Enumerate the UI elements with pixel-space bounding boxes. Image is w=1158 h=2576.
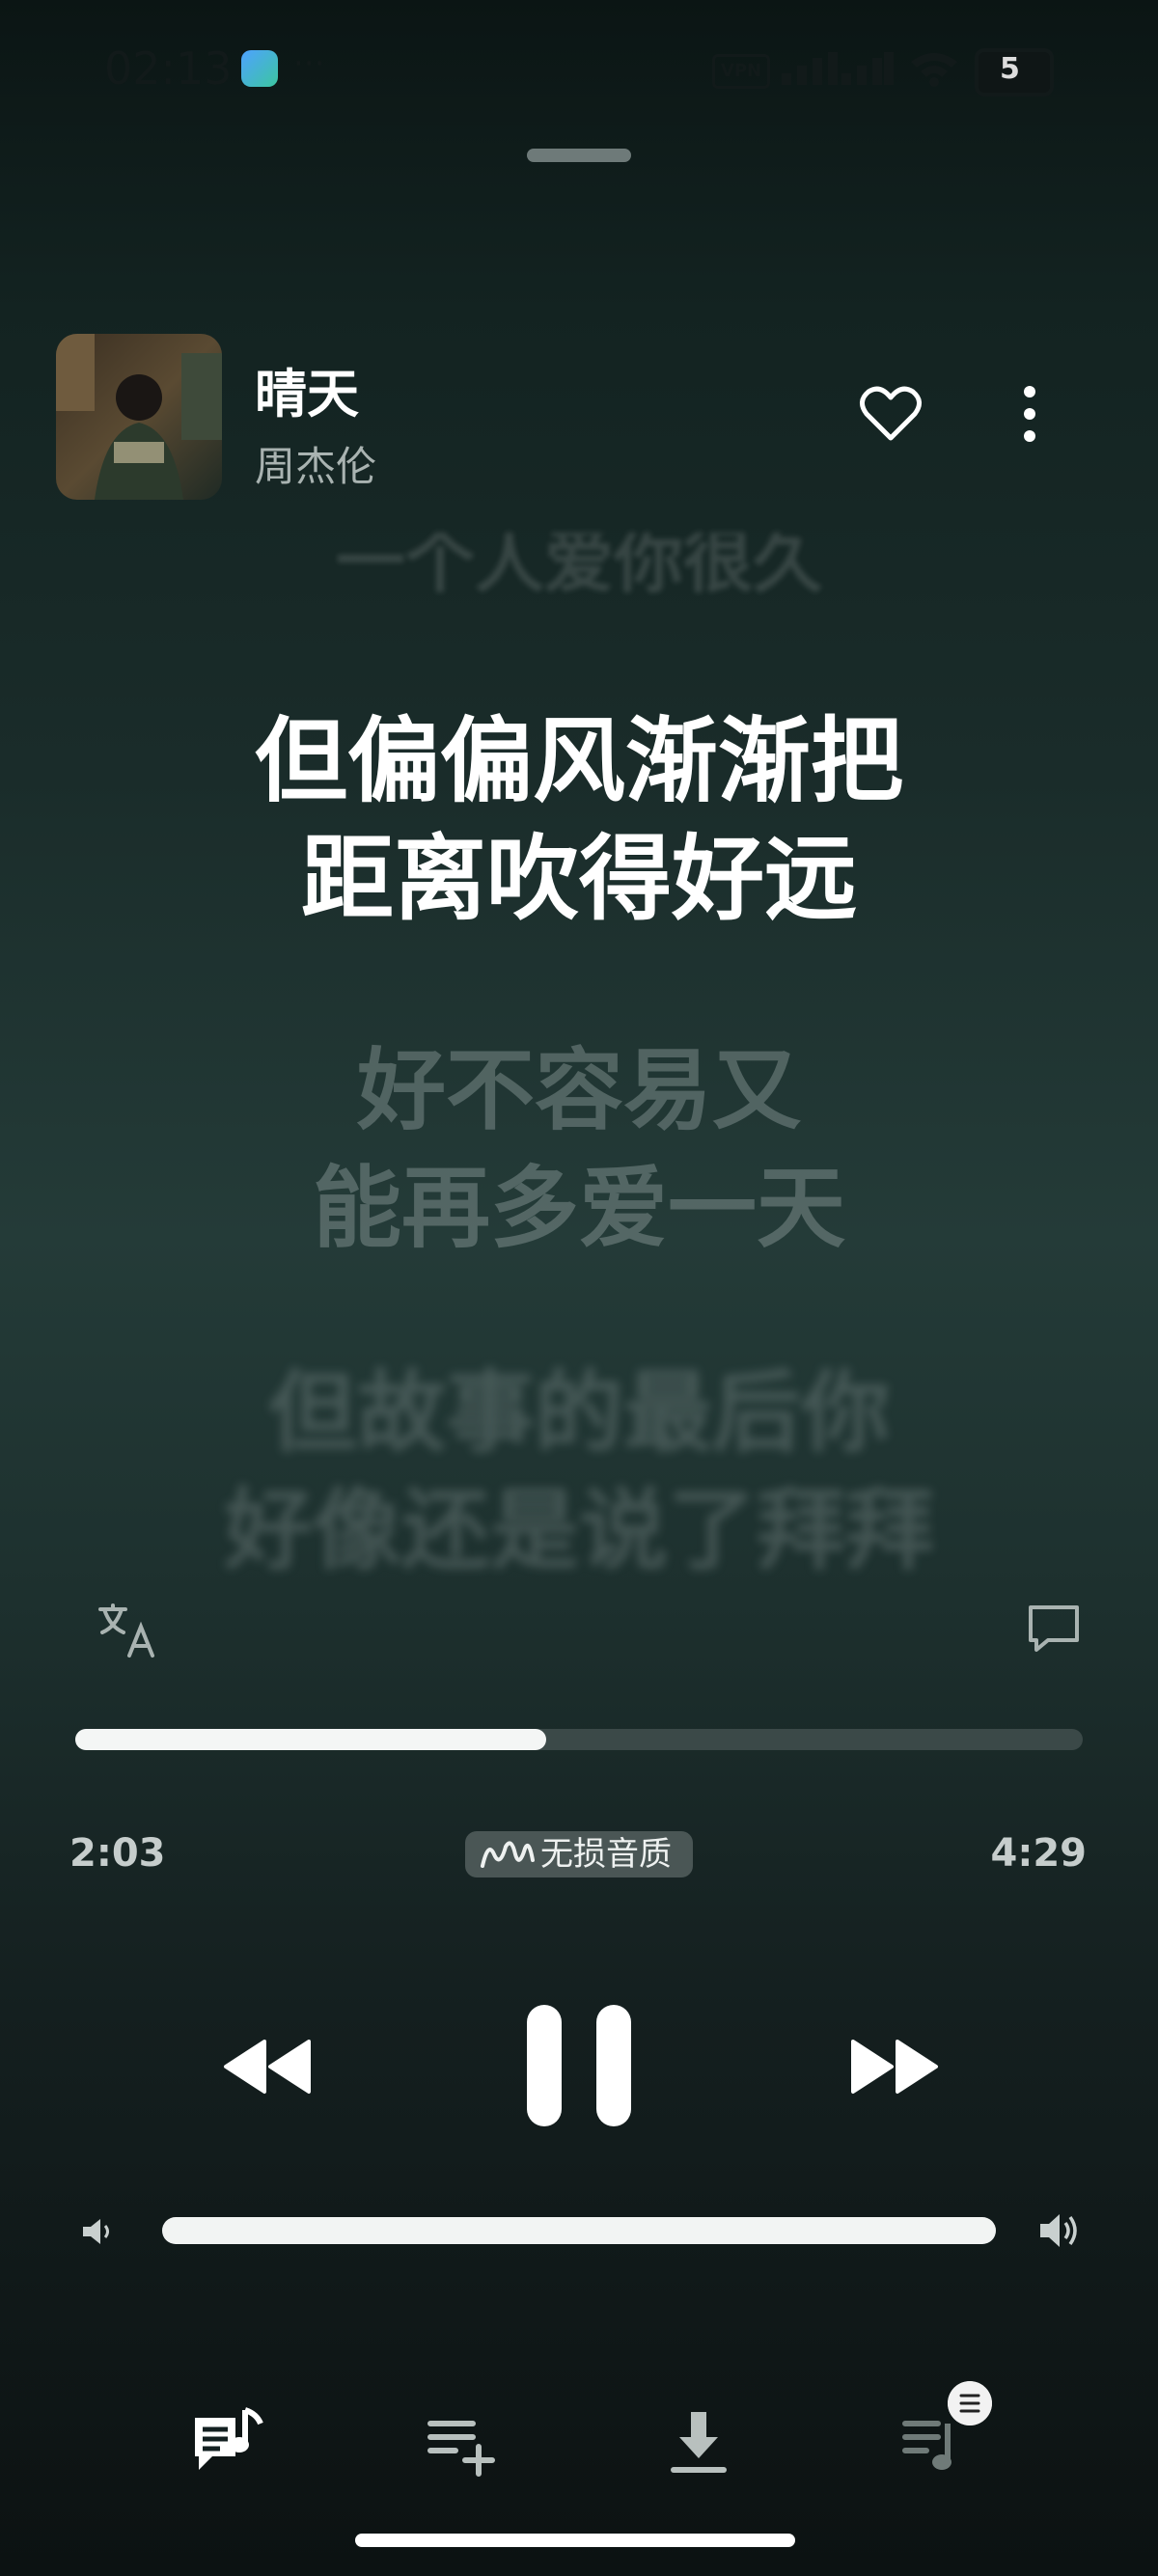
volume-high-icon[interactable] bbox=[1038, 2209, 1081, 2252]
volume-slider-fill bbox=[162, 2217, 996, 2244]
lyric-current-line-1: 但偏偏风渐渐把 bbox=[255, 707, 903, 815]
rewind-icon[interactable] bbox=[220, 2038, 313, 2096]
total-time: 4:29 bbox=[990, 1831, 1088, 1876]
volume-low-icon[interactable] bbox=[81, 2215, 114, 2248]
translate-icon[interactable] bbox=[96, 1602, 158, 1659]
album-cover[interactable] bbox=[56, 334, 222, 500]
wifi-icon bbox=[911, 53, 957, 87]
audio-quality-badge[interactable]: 无损音质 bbox=[465, 1831, 693, 1877]
audio-quality-label: 无损音质 bbox=[540, 1835, 672, 1874]
battery-icon: 5 bbox=[975, 48, 1054, 96]
lyric-next-line-2: 能再多爱一天 bbox=[312, 1157, 845, 1260]
add-to-playlist-icon[interactable] bbox=[423, 2404, 500, 2481]
home-indicator[interactable] bbox=[355, 2534, 795, 2547]
pause-icon[interactable] bbox=[525, 2003, 633, 2128]
like-heart-icon[interactable] bbox=[859, 382, 923, 446]
status-time: 02:13 bbox=[104, 42, 233, 95]
lossless-quality-icon bbox=[481, 1841, 535, 1868]
artist-name[interactable]: 周杰伦 bbox=[255, 434, 376, 493]
lyric-current-line-2: 距离吹得好远 bbox=[301, 825, 857, 933]
lyric-upcoming-line-1: 但故事的最后你 bbox=[267, 1361, 890, 1465]
fast-forward-icon[interactable] bbox=[849, 2038, 942, 2096]
download-icon[interactable] bbox=[660, 2404, 737, 2481]
status-bar: 02:13 ··· VPN 5 bbox=[0, 0, 1158, 135]
lyric-current-line[interactable]: 但偏偏风渐渐把 距离吹得好远 bbox=[0, 702, 1158, 938]
lyric-upcoming-line-2: 好像还是说了拜拜 bbox=[223, 1479, 934, 1582]
vpn-icon: VPN bbox=[712, 54, 770, 89]
playback-progress-bar[interactable] bbox=[75, 1729, 1083, 1750]
lyric-next-line[interactable]: 好不容易又 能再多爱一天 bbox=[0, 1032, 1158, 1268]
current-time: 2:03 bbox=[69, 1831, 166, 1876]
more-notifications-indicator: ··· bbox=[293, 44, 325, 83]
lyrics-icon[interactable] bbox=[189, 2404, 266, 2481]
signal-icon bbox=[782, 52, 894, 85]
lyric-upcoming-line[interactable]: 但故事的最后你 好像还是说了拜拜 bbox=[0, 1355, 1158, 1590]
lyric-previous-line[interactable]: 一个人爱你很久 bbox=[0, 533, 1158, 602]
playback-progress-fill bbox=[75, 1729, 546, 1750]
queue-list-badge-icon bbox=[948, 2381, 992, 2425]
battery-level: 5 bbox=[1000, 52, 1020, 86]
volume-slider[interactable] bbox=[162, 2217, 996, 2244]
drag-handle[interactable] bbox=[527, 149, 631, 162]
comment-icon[interactable] bbox=[1027, 1603, 1081, 1654]
song-title: 晴天 bbox=[255, 364, 359, 425]
app-notification-icon bbox=[241, 50, 278, 87]
more-options-icon[interactable] bbox=[1015, 382, 1044, 446]
lyric-next-line-1: 好不容易又 bbox=[356, 1039, 801, 1142]
